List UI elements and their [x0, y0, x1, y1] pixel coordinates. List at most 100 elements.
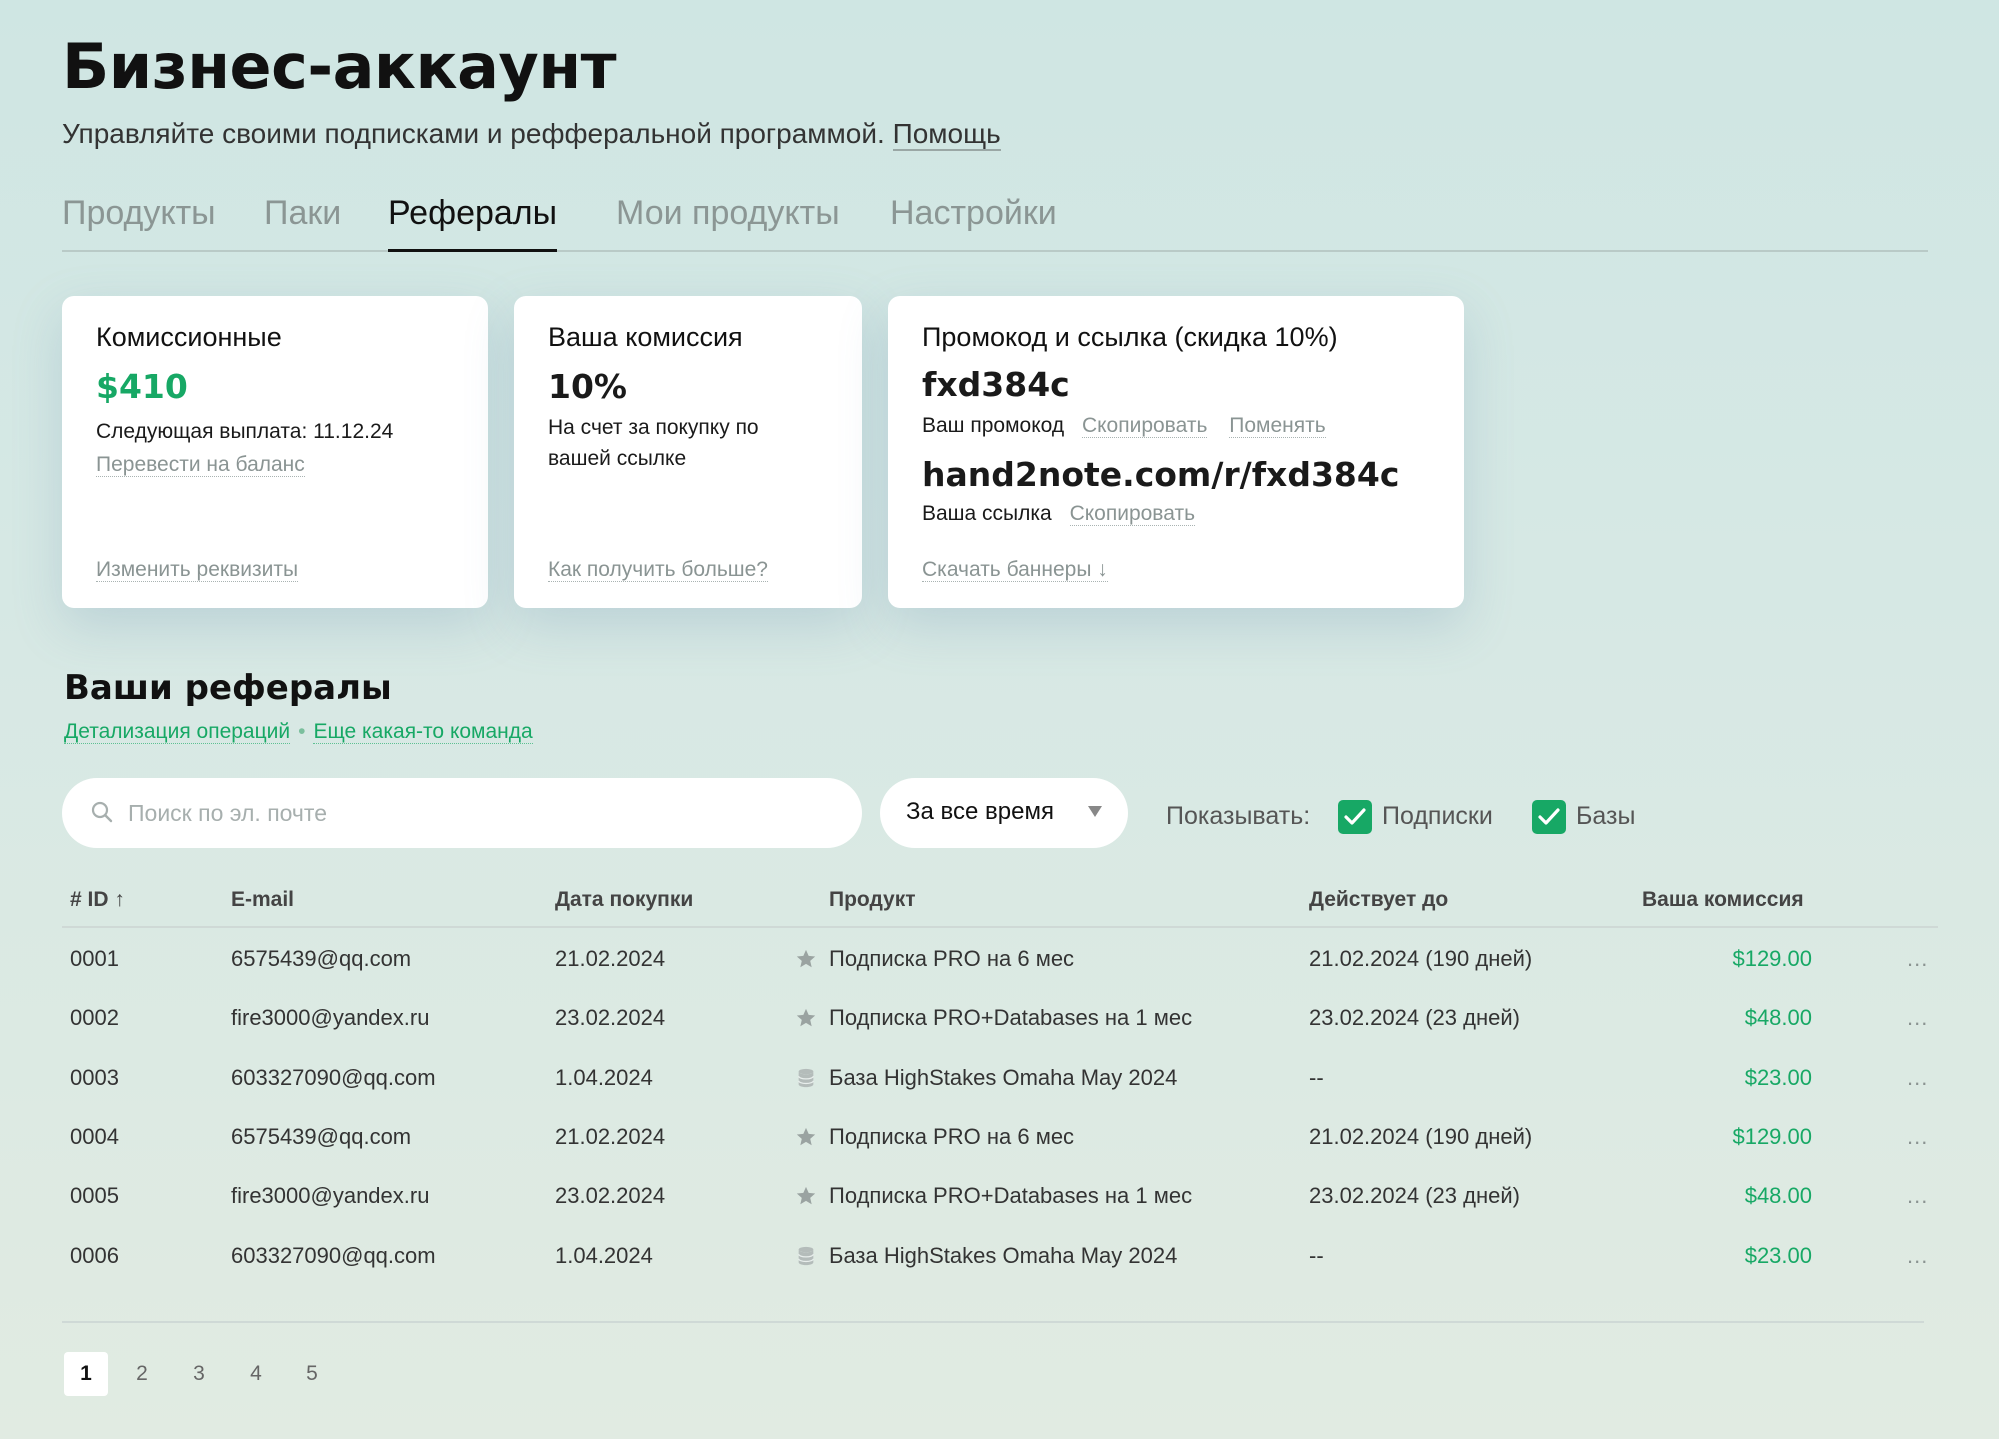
commission-rate-value: 10% — [548, 367, 627, 406]
page-subtitle: Управляйте своими подписками и реффераль… — [62, 118, 1001, 151]
table-row: 0004 6575439@qq.com 21.02.2024 Подписка PRO… — [62, 1110, 1938, 1169]
table-row: 0001 6575439@qq.com 21.02.2024 Подписка PRO… — [62, 932, 1938, 991]
page-2[interactable]: 2 — [120, 1352, 164, 1396]
table-row: 0003 603327090@qq.com 1.04.2024 База HighSt… — [62, 1051, 1938, 1110]
check-icon — [1344, 808, 1366, 825]
referral-url-row: Ваша ссылка Скопировать — [922, 498, 1430, 529]
change-requisites-link[interactable]: Изменить реквизиты — [96, 558, 299, 582]
operations-details-link[interactable]: Детализация операций — [64, 720, 291, 744]
row-valid-until: -- — [1309, 1064, 1324, 1090]
referrals-table-header: # ID ↑ E-mail Дата покупки Продукт Дейст… — [62, 882, 1938, 928]
subscriptions-filter-label[interactable]: Подписки — [1382, 802, 1493, 831]
row-purchase-date: 1.04.2024 — [555, 1064, 653, 1090]
row-more-menu[interactable]: ... — [1907, 946, 1928, 972]
row-more-menu[interactable]: ... — [1907, 1124, 1928, 1150]
row-commission: $129.00 — [1732, 1123, 1812, 1149]
commission-card-title: Комиссионные — [96, 322, 282, 352]
row-email: 603327090@qq.com — [231, 1242, 436, 1268]
table-row: 0005 fire3000@yandex.ru 23.02.2024 Подписка… — [62, 1169, 1938, 1228]
databases-checkbox[interactable] — [1532, 800, 1566, 834]
subtitle-text: Управляйте своими подписками и реффераль… — [62, 118, 885, 149]
copy-code-link[interactable]: Скопировать — [1081, 414, 1208, 438]
star-icon — [795, 1126, 817, 1148]
row-id: 0004 — [70, 1123, 119, 1149]
row-purchase-date: 21.02.2024 — [555, 1123, 666, 1149]
tab-bar: Продукты Паки Рефералы Мои продукты Наст… — [62, 190, 1928, 252]
row-id: 0005 — [70, 1183, 119, 1209]
row-product: Подписка PRO+Databases на 1 мес — [829, 1005, 1193, 1031]
row-id: 0001 — [70, 946, 119, 971]
star-icon — [795, 948, 817, 970]
promo-card: Промокод и ссылка (скидка 10%) fxd384c В… — [888, 296, 1464, 608]
tab-settings[interactable]: Настройки — [890, 194, 1057, 252]
page-5[interactable]: 5 — [290, 1352, 334, 1396]
column-product[interactable]: Продукт — [829, 888, 916, 912]
column-id[interactable]: # ID ↑ — [70, 888, 125, 912]
row-commission: $48.00 — [1744, 1183, 1812, 1209]
tab-my-products[interactable]: Мои продукты — [616, 194, 840, 252]
page-1[interactable]: 1 — [64, 1352, 108, 1396]
commission-card: Комиссионные $410 Следующая выплата: 11.… — [62, 296, 488, 608]
search-icon — [91, 801, 113, 823]
table-row: 0002 fire3000@yandex.ru 23.02.2024 Подписка… — [62, 991, 1938, 1050]
how-to-get-more-link[interactable]: Как получить больше? — [548, 558, 768, 582]
promo-code: fxd384c — [922, 365, 1070, 404]
tab-packs[interactable]: Паки — [264, 194, 341, 252]
period-select-label: За все время — [906, 798, 1054, 825]
row-purchase-date: 23.02.2024 — [555, 1183, 666, 1209]
column-valid-until[interactable]: Действует до — [1309, 888, 1448, 912]
database-icon — [795, 1245, 817, 1267]
download-banners-link[interactable]: Скачать баннеры ↓ — [922, 558, 1108, 582]
row-email: fire3000@yandex.ru — [231, 1005, 430, 1031]
referral-url: hand2note.com/r/fxd384c — [922, 455, 1400, 494]
star-icon — [795, 1007, 817, 1029]
check-icon — [1538, 808, 1560, 825]
row-product: Подписка PRO на 6 мес — [829, 946, 1075, 971]
row-id: 0006 — [70, 1242, 119, 1268]
row-valid-until: 21.02.2024 (190 дней) — [1309, 1123, 1533, 1149]
search-input[interactable] — [128, 778, 848, 848]
copy-url-link[interactable]: Скопировать — [1069, 502, 1196, 526]
page-4[interactable]: 4 — [234, 1352, 278, 1396]
show-filter-label: Показывать: — [1166, 802, 1311, 830]
row-more-menu[interactable]: ... — [1907, 1065, 1928, 1091]
change-code-link[interactable]: Поменять — [1229, 414, 1326, 438]
row-more-menu[interactable]: ... — [1907, 1183, 1928, 1209]
column-commission[interactable]: Ваша комиссия — [1642, 888, 1804, 912]
tab-products[interactable]: Продукты — [62, 194, 216, 252]
row-id: 0003 — [70, 1064, 119, 1090]
promo-code-label: Ваш промокод — [922, 414, 1065, 437]
row-valid-until: 23.02.2024 (23 дней) — [1309, 1183, 1520, 1209]
row-commission: $129.00 — [1732, 946, 1812, 971]
databases-filter-label[interactable]: Базы — [1576, 802, 1635, 831]
row-purchase-date: 1.04.2024 — [555, 1242, 653, 1268]
row-more-menu[interactable]: ... — [1907, 1005, 1928, 1031]
period-select[interactable]: За все время — [880, 778, 1128, 848]
column-purchase-date[interactable]: Дата покупки — [555, 888, 693, 912]
link-separator: • — [298, 720, 306, 743]
row-commission: $23.00 — [1744, 1242, 1812, 1268]
table-divider — [62, 1321, 1924, 1323]
row-commission: $23.00 — [1744, 1064, 1812, 1090]
row-email: 603327090@qq.com — [231, 1064, 436, 1090]
referrals-links: Детализация операций • Еще какая-то команд… — [64, 720, 533, 744]
page-3[interactable]: 3 — [177, 1352, 221, 1396]
referral-url-label: Ваша ссылка — [922, 502, 1052, 525]
tab-referrals[interactable]: Рефералы — [388, 194, 558, 252]
subscriptions-checkbox[interactable] — [1338, 800, 1372, 834]
database-icon — [795, 1067, 817, 1089]
column-email[interactable]: E-mail — [231, 888, 294, 912]
row-more-menu[interactable]: ... — [1907, 1243, 1928, 1269]
transfer-to-balance-link[interactable]: Перевести на баланс — [96, 453, 305, 477]
row-product: База HighStakes Omaha May 2024 — [829, 1064, 1178, 1090]
table-row: 0006 603327090@qq.com 1.04.2024 База HighSt… — [62, 1229, 1938, 1288]
help-link[interactable]: Помощь — [892, 118, 1001, 151]
caret-down-icon — [1088, 806, 1102, 817]
star-icon — [795, 1185, 817, 1207]
promo-card-title: Промокод и ссылка (скидка 10%) — [922, 322, 1338, 352]
commission-amount: $410 — [96, 367, 188, 406]
row-email: fire3000@yandex.ru — [231, 1183, 430, 1209]
email-search[interactable] — [62, 778, 862, 848]
row-purchase-date: 23.02.2024 — [555, 1005, 666, 1031]
other-command-link[interactable]: Еще какая-то команда — [313, 720, 533, 744]
